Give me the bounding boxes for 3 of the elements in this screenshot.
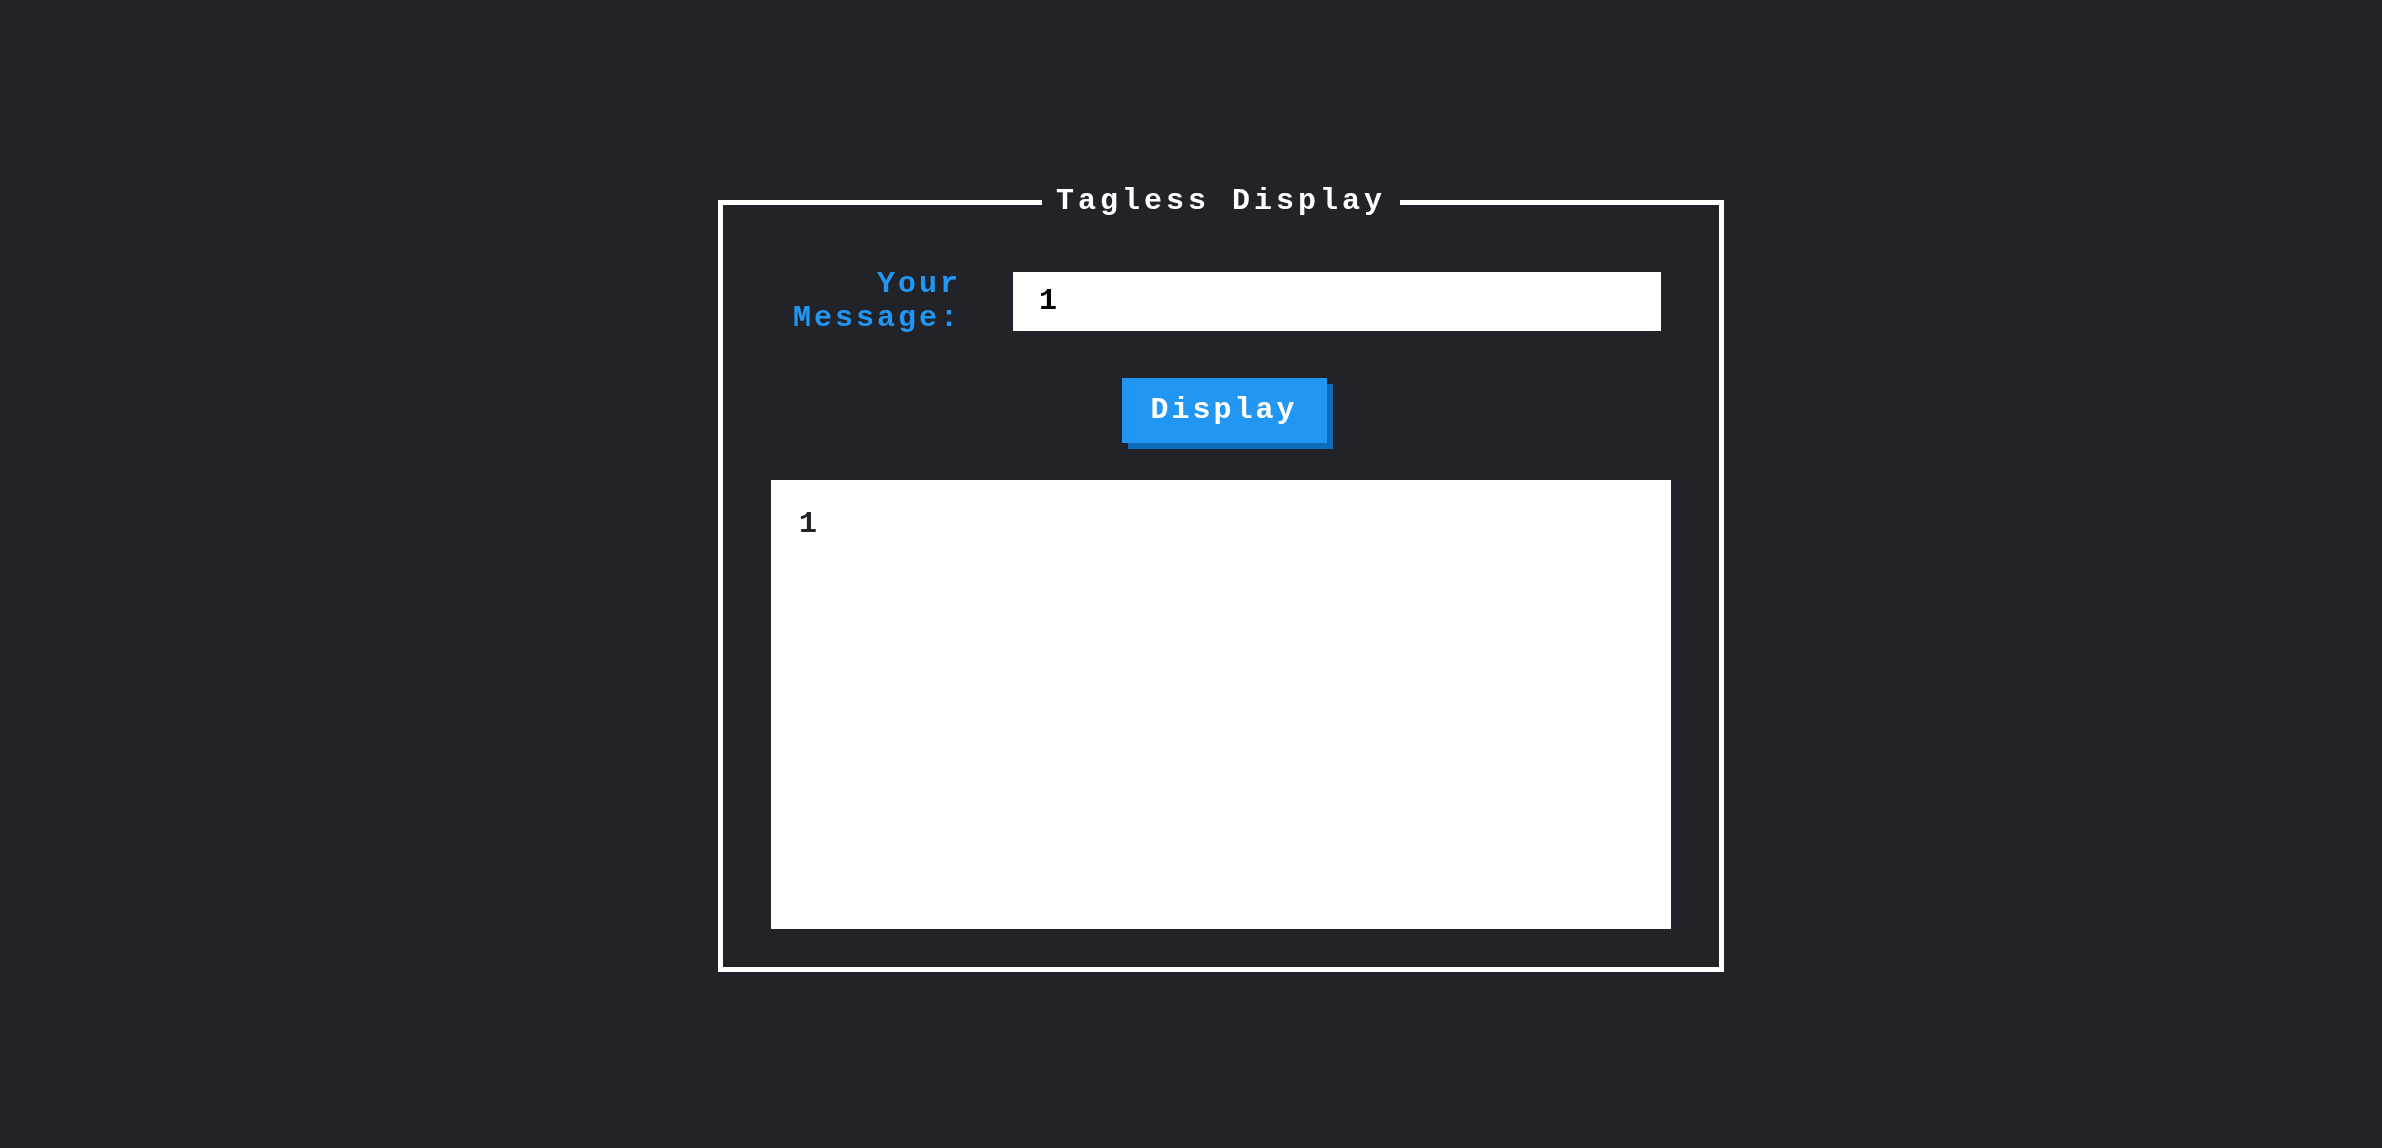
message-label: Your Message: [791,267,961,335]
message-input[interactable]: 1 [1013,271,1661,331]
output-text: 1 [799,507,817,541]
